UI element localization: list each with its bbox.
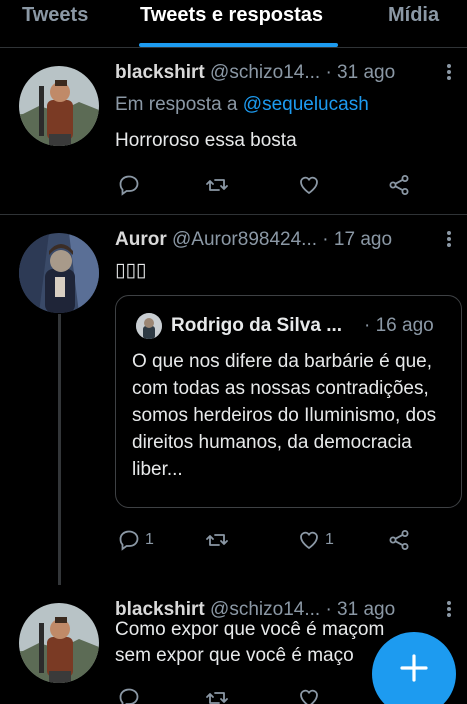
reply-icon: [119, 175, 139, 196]
more-options-icon[interactable]: [445, 60, 453, 84]
retweet-icon: [206, 179, 228, 191]
quoted-text: O que nos difere da barbárie é que, com …: [132, 351, 437, 480]
tweet-actions: [115, 685, 415, 704]
thread-line: [58, 314, 61, 585]
tweet-text: Horroroso essa bosta: [115, 130, 297, 151]
reply-mention-link[interactable]: @sequelucash: [243, 94, 369, 115]
quoted-timestamp: · 16 ago: [364, 315, 434, 336]
tweet-text: ▯▯▯: [115, 260, 147, 281]
profile-photo-icon: [19, 66, 99, 146]
retweet-icon: [206, 534, 228, 546]
reply-button[interactable]: 1: [117, 527, 154, 553]
like-count: 1: [325, 531, 334, 548]
tweet-actions: [115, 172, 415, 198]
quoted-tweet[interactable]: Rodrigo da Silva ... · 16 ago O que nos …: [115, 295, 462, 508]
heart-icon: [300, 531, 318, 549]
like-button[interactable]: [297, 172, 325, 198]
more-options-icon[interactable]: [445, 597, 453, 621]
retweet-button[interactable]: [205, 685, 229, 704]
heart-icon: [300, 689, 318, 704]
profile-photo-icon: [136, 313, 162, 339]
tweet-header: Auror @Auror898424... · 17 ago: [115, 229, 435, 255]
share-icon: [389, 175, 409, 195]
tab-tweets-and-replies[interactable]: Tweets e respostas: [140, 4, 323, 27]
reply-button[interactable]: [117, 172, 145, 198]
share-icon: [389, 530, 409, 550]
profile-photo-icon: [19, 603, 99, 683]
retweet-button[interactable]: [205, 527, 233, 553]
more-options-icon[interactable]: [445, 227, 453, 251]
reply-icon: [119, 530, 139, 551]
plus-icon: [400, 654, 428, 682]
app: Tweets Tweets e respostas Mídia blackshi…: [0, 0, 467, 704]
author-name[interactable]: Auror: [115, 229, 167, 250]
reply-context: Em resposta a @sequelucash: [115, 94, 369, 116]
tweet-header: blackshirt @schizo14... · 31 ago: [115, 62, 435, 88]
tab-bar: Tweets Tweets e respostas Mídia: [0, 0, 467, 48]
reply-count: 1: [145, 531, 154, 548]
timestamp[interactable]: · 17 ago: [322, 229, 392, 250]
heart-icon: [300, 176, 318, 194]
retweet-icon: [206, 692, 228, 704]
quoted-avatar: [136, 313, 162, 339]
avatar[interactable]: [19, 603, 99, 683]
tweet-actions: 1 1: [115, 527, 415, 553]
profile-photo-icon: [19, 233, 99, 313]
like-button[interactable]: [297, 685, 321, 704]
retweet-button[interactable]: [205, 172, 233, 198]
avatar[interactable]: [19, 233, 99, 313]
tab-media[interactable]: Mídia: [388, 4, 439, 27]
active-tab-indicator: [139, 43, 338, 47]
tab-tweets[interactable]: Tweets: [22, 4, 88, 27]
tweet[interactable]: blackshirt @schizo14... · 31 ago Em resp…: [0, 48, 467, 215]
share-button[interactable]: [387, 172, 411, 198]
tweet[interactable]: Auror @Auror898424... · 17 ago ▯▯▯ Rodri…: [0, 215, 467, 585]
author-handle[interactable]: @Auror898424...: [172, 229, 317, 250]
author-handle[interactable]: @schizo14...: [210, 62, 320, 83]
share-button[interactable]: [387, 527, 411, 553]
avatar[interactable]: [19, 66, 99, 146]
reply-icon: [119, 688, 139, 704]
like-button[interactable]: 1: [297, 527, 334, 553]
author-name[interactable]: blackshirt: [115, 62, 205, 83]
reply-prefix: Em resposta a: [115, 94, 243, 115]
quoted-author-name: Rodrigo da Silva ...: [171, 315, 343, 336]
reply-button[interactable]: [117, 685, 141, 704]
timestamp[interactable]: · 31 ago: [325, 62, 395, 83]
